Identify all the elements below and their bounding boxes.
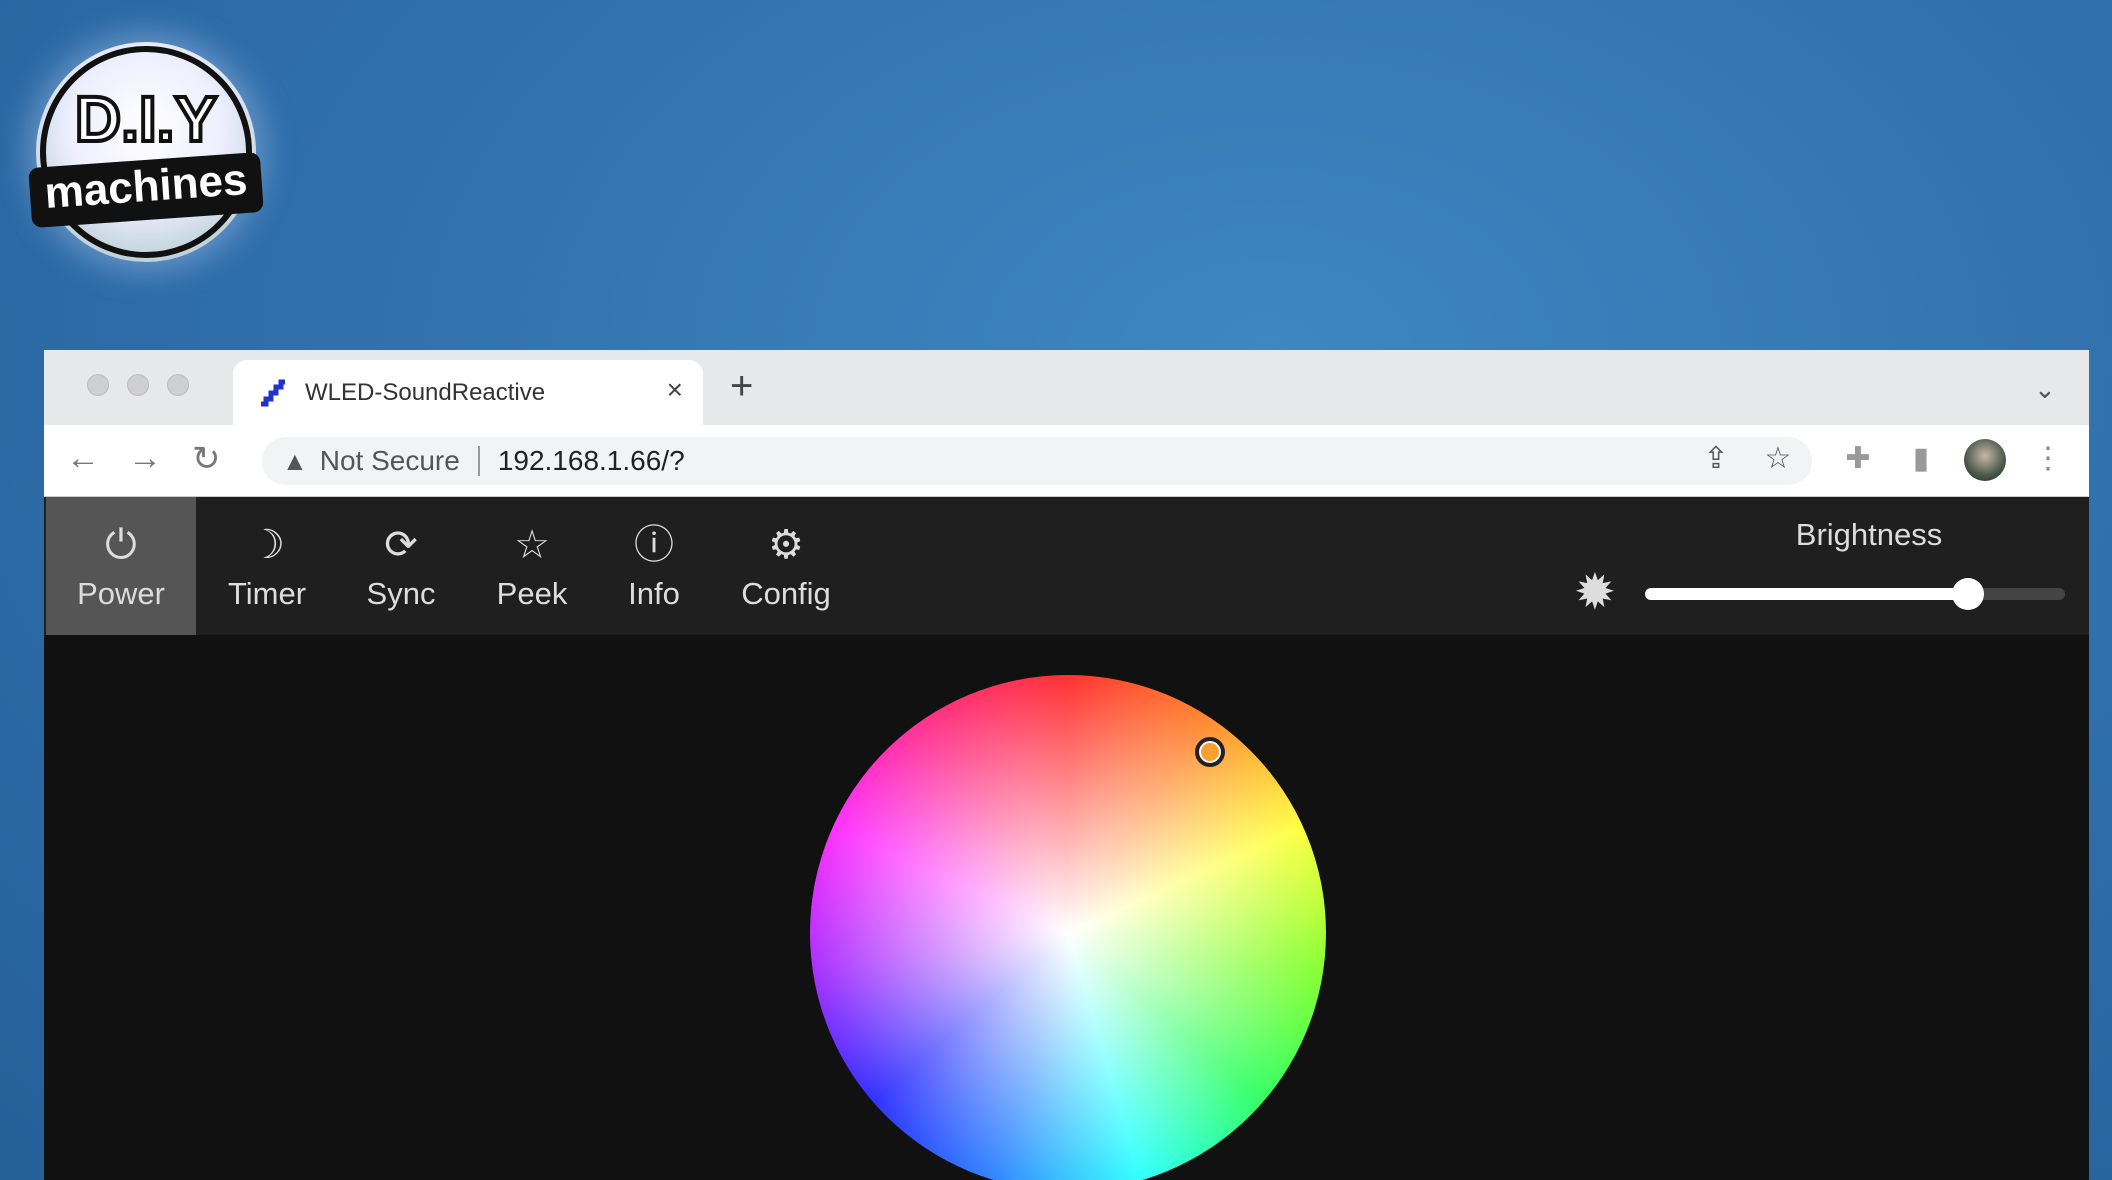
peek-label: Peek: [496, 576, 568, 611]
star-icon: ☆: [514, 523, 550, 567]
address-input[interactable]: ▲ Not Secure 192.168.1.66/?: [262, 437, 1812, 485]
security-status[interactable]: Not Secure: [320, 445, 460, 477]
moon-icon: ☽: [249, 523, 285, 567]
bookmark-star-icon[interactable]: ☆: [1758, 441, 1798, 476]
brightness-label: Brightness: [1795, 517, 1943, 552]
info-button[interactable]: ⓘ Info: [579, 497, 729, 635]
config-button[interactable]: ⚙ Config: [711, 497, 861, 635]
power-button[interactable]: ⏻ Power: [46, 497, 196, 635]
wled-top-bar: ⏻ Power ☽ Timer ⟳ Sync ☆ Peek ⓘ Info ⚙ Config …: [44, 497, 2089, 635]
diy-machines-logo: D.I.Y machines: [28, 42, 264, 262]
new-tab-button[interactable]: +: [730, 364, 753, 409]
profile-avatar[interactable]: [1964, 439, 2006, 481]
minimize-window-button[interactable]: [127, 374, 149, 396]
maximize-window-button[interactable]: [167, 374, 189, 396]
gear-icon: ⚙: [768, 523, 804, 567]
timer-button[interactable]: ☽ Timer: [192, 497, 342, 635]
info-label: Info: [628, 576, 680, 611]
tab-close-icon[interactable]: ×: [667, 374, 683, 406]
tab-strip: WLED-SoundReactive × + ⌄: [44, 350, 2089, 425]
power-label: Power: [77, 576, 165, 611]
back-arrow-icon[interactable]: ←: [66, 439, 100, 478]
info-icon: ⓘ: [634, 523, 674, 567]
address-bar-row: ← → ↻ ▲ Not Secure 192.168.1.66/? ⇪ ☆ ✚ …: [44, 425, 2089, 497]
wled-favicon-icon: [261, 379, 285, 406]
brightness-sun-icon: ✹: [1574, 564, 1616, 620]
timer-label: Timer: [227, 576, 307, 611]
power-icon: ⏻: [105, 523, 137, 567]
sync-icon: ⟳: [384, 523, 418, 567]
brightness-slider-thumb[interactable]: [1952, 578, 1985, 610]
brightness-slider-fill: [1645, 588, 1969, 600]
browser-tab[interactable]: WLED-SoundReactive ×: [233, 360, 703, 425]
browser-window: WLED-SoundReactive × + ⌄ ← → ↻ ▲ Not Sec…: [44, 350, 2089, 1180]
tab-search-chevron-icon[interactable]: ⌄: [2034, 374, 2056, 405]
sync-label: Sync: [366, 576, 436, 611]
reload-icon[interactable]: ↻: [192, 439, 221, 479]
share-icon[interactable]: ⇪: [1696, 441, 1736, 476]
more-menu-icon[interactable]: ⋮: [2028, 441, 2068, 476]
color-wheel[interactable]: [810, 675, 1326, 1180]
forward-arrow-icon[interactable]: →: [128, 439, 162, 478]
config-label: Config: [741, 576, 831, 611]
tab-title: WLED-SoundReactive: [305, 378, 546, 406]
close-window-button[interactable]: [87, 374, 109, 396]
color-picker-handle[interactable]: [1195, 737, 1225, 767]
url-text[interactable]: 192.168.1.66/?: [498, 445, 685, 477]
sync-button[interactable]: ⟳ Sync: [326, 497, 476, 635]
brightness-slider[interactable]: [1645, 578, 2065, 610]
warning-icon: ▲: [282, 445, 308, 476]
extensions-puzzle-icon[interactable]: ✚: [1838, 441, 1878, 476]
logo-text: D.I.Y: [73, 81, 219, 157]
side-panel-icon[interactable]: ▮: [1901, 441, 1941, 476]
